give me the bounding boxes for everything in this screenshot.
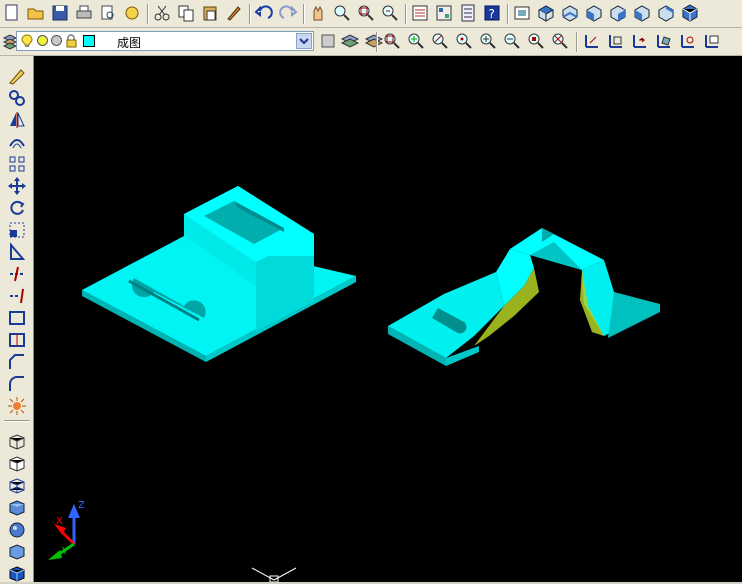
drawing-viewport[interactable]: Z X Y [34,56,742,582]
break-icon[interactable] [7,308,27,328]
copy-icon[interactable] [176,3,196,23]
front-view-icon[interactable] [632,3,652,23]
back-view-icon[interactable] [656,3,676,23]
new-icon[interactable] [2,3,22,23]
layer-manager-icon[interactable] [0,32,18,52]
toolbar-separator [147,4,149,24]
array-icon[interactable] [7,154,27,174]
named-views-icon[interactable] [512,3,532,23]
print-icon[interactable] [74,3,94,23]
copy-object-icon[interactable] [7,88,27,108]
cut-icon[interactable] [152,3,172,23]
toolbar-separator [376,32,378,52]
layer-viewport-freeze-icon[interactable] [51,35,62,46]
pan-icon[interactable] [308,3,328,23]
zoom-window-icon[interactable] [382,31,402,51]
modify-toolbar [0,56,34,582]
toolbar-separator [405,4,407,24]
ucs-face-icon[interactable] [654,31,674,51]
move-icon[interactable] [7,176,27,196]
layer-manager-icon[interactable] [318,31,338,51]
realistic-icon[interactable] [7,520,27,540]
open-icon[interactable] [26,3,46,23]
publish-icon[interactable] [122,3,142,23]
3d-box-icon[interactable] [7,564,27,584]
bottom-view-icon[interactable] [560,3,580,23]
erase-icon[interactable] [7,66,27,86]
right-view-icon[interactable] [608,3,628,23]
zoom-all-icon[interactable] [526,31,546,51]
zoom-scale-icon[interactable] [430,31,450,51]
layer-freeze-icon[interactable] [37,35,48,46]
chamfer-icon[interactable] [7,352,27,372]
ucs-icon[interactable] [582,31,602,51]
3d-wireframe-icon[interactable] [7,476,27,496]
3d-view-icon[interactable] [7,432,27,452]
layer-previous-icon[interactable] [364,31,384,51]
fillet-icon[interactable] [7,374,27,394]
explode-icon[interactable] [7,396,27,416]
tool-palettes-icon[interactable] [458,3,478,23]
undo-icon[interactable] [254,3,274,23]
zoom-window-icon[interactable] [356,3,376,23]
rotate-icon[interactable] [7,198,27,218]
ucs-object-icon[interactable] [678,31,698,51]
shaded-icon[interactable] [7,498,27,518]
toolbar-separator [4,420,30,422]
crosshair-cursor [251,567,297,582]
ucs-view-icon[interactable] [702,31,722,51]
stretch-icon[interactable] [7,242,27,262]
ucs-y-label: Y [61,546,69,557]
solid-model-bracket[interactable] [82,186,356,362]
top-view-icon[interactable] [536,3,556,23]
zoom-out-icon[interactable] [502,31,522,51]
properties-icon[interactable] [410,3,430,23]
scale-icon[interactable] [7,220,27,240]
trim-icon[interactable] [7,264,27,284]
join-icon[interactable] [7,330,27,350]
solid-model-section[interactable] [388,228,660,366]
layer-dropdown[interactable]: 成图 [16,31,314,51]
extend-icon[interactable] [7,286,27,306]
toolbar-separator [303,4,305,24]
match-properties-icon[interactable] [224,3,244,23]
left-view-icon[interactable] [584,3,604,23]
offset-icon[interactable] [7,132,27,152]
zoom-extents-icon[interactable] [550,31,570,51]
zoom-center-icon[interactable] [454,31,474,51]
redo-icon[interactable] [278,3,298,23]
toolbar-separator [249,4,251,24]
layer-color-swatch[interactable] [83,35,95,47]
mirror-icon[interactable] [7,110,27,130]
zoom-in-icon[interactable] [478,31,498,51]
iso-view-icon[interactable] [680,3,700,23]
print-preview-icon[interactable] [98,3,118,23]
zoom-realtime-icon[interactable] [332,3,352,23]
design-center-icon[interactable] [434,3,454,23]
hide-icon[interactable] [7,454,27,474]
toolbar-separator [507,4,509,24]
help-icon[interactable]: ? [482,3,502,23]
layer-on-icon[interactable] [21,34,33,48]
ucs-z-label: Z [78,500,85,511]
zoom-dynamic-icon[interactable] [406,31,426,51]
flat-shade-icon[interactable] [7,542,27,562]
ucs-previous-icon[interactable] [630,31,650,51]
layer-lock-icon[interactable] [65,34,79,48]
paste-icon[interactable] [200,3,220,23]
ucs-icon: Z X Y [48,500,85,560]
standard-toolbar: ? [0,0,742,28]
zoom-previous-icon[interactable] [380,3,400,23]
current-layer-name: 成图 [117,36,142,50]
ucs-world-icon[interactable] [606,31,626,51]
svg-text:?: ? [489,7,495,21]
toolbar-separator [576,32,578,52]
layer-dropdown-arrow[interactable] [296,33,312,49]
ucs-x-label: X [56,516,63,527]
layers-toolbar: 成图 [0,28,742,56]
save-icon[interactable] [50,3,70,23]
make-current-icon[interactable] [340,31,360,51]
